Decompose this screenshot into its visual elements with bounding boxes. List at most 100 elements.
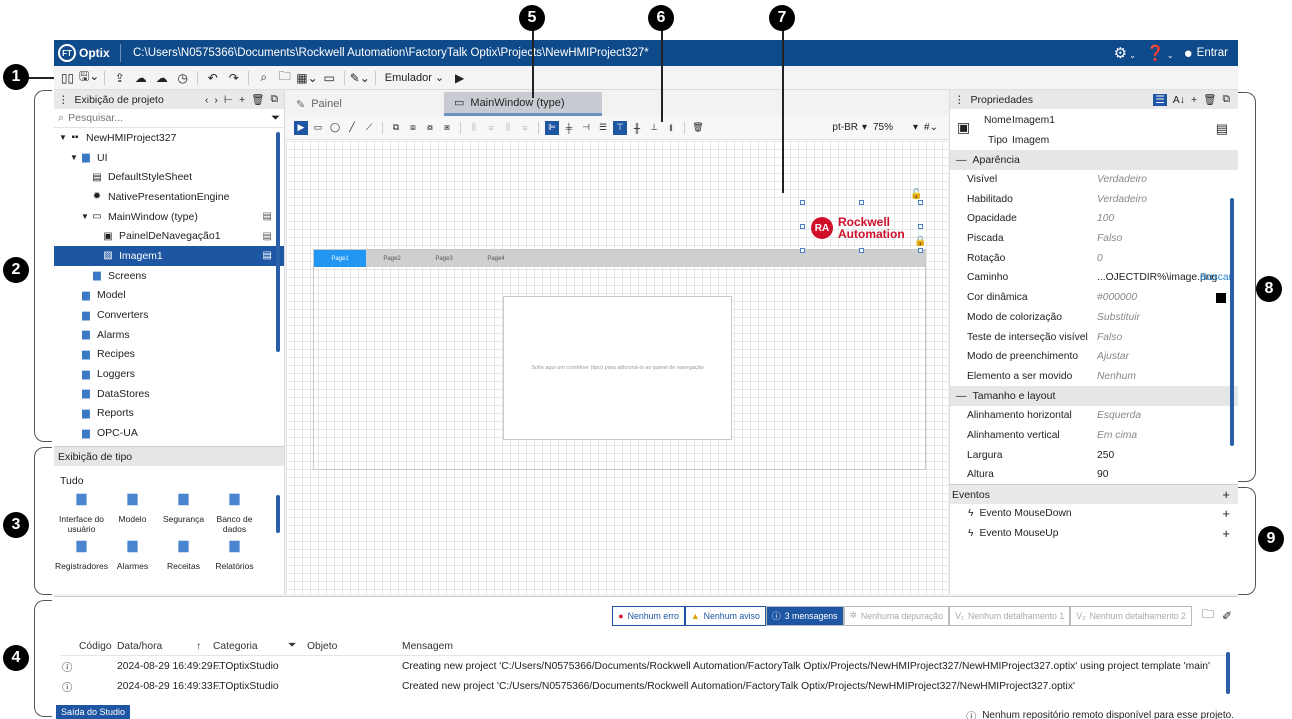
export-icon[interactable]: ⇪ [110, 68, 129, 88]
property-value[interactable]: Nenhum [1097, 371, 1136, 382]
property-row[interactable]: Piscada Falso [950, 229, 1238, 249]
delete-icon[interactable]: 🗑 [251, 93, 264, 106]
tree-item[interactable]: ▆ Reports [54, 404, 284, 424]
help-icon[interactable]: ❓ ⌄ [1146, 44, 1174, 62]
trash-icon[interactable]: 🗑 [691, 121, 705, 135]
property-value[interactable]: 0 [1097, 253, 1103, 264]
align-left-icon[interactable]: ⊫ [545, 120, 559, 135]
property-row[interactable]: Alinhamento horizontal Esquerda [950, 406, 1238, 426]
nav-tab-page3[interactable]: Page3 [418, 250, 470, 267]
type-item-ui-type[interactable]: ▆ Interface do usuário [56, 491, 107, 534]
col-datetime[interactable]: Data/hora [117, 641, 162, 652]
send-back-icon[interactable]: ⧆ [440, 121, 454, 135]
copy-icon[interactable]: ⧉ [1223, 93, 1231, 106]
edit-item-icon[interactable]: ▤ [263, 250, 272, 261]
type-item-model-type[interactable]: ▆ Modelo [107, 491, 158, 534]
property-value[interactable]: Esquerda [1097, 410, 1141, 421]
run-play-icon[interactable]: ▶ [450, 68, 469, 88]
edit-item-icon[interactable]: ▤ [263, 211, 272, 222]
type-scrollbar[interactable] [276, 495, 280, 533]
spacing-h-icon[interactable]: ⫼ [501, 121, 515, 135]
spacing-v-icon[interactable]: ≡ [518, 121, 532, 135]
col-object[interactable]: Objeto [307, 641, 337, 652]
add-icon[interactable]: + [1222, 526, 1230, 541]
stretch-icon[interactable]: ‖ [664, 121, 678, 135]
property-row[interactable]: Elemento a ser movido Nenhum [950, 367, 1238, 387]
nav-drop-zone[interactable]: Solte aqui um contêiner (tipo) para adic… [503, 296, 732, 440]
align-center-v-icon[interactable]: ╫ [630, 121, 644, 135]
property-row[interactable]: Altura 90 [950, 465, 1238, 485]
property-row[interactable]: Caminho ...OJECTDIR%\image.png Buscar [950, 268, 1238, 288]
event-item[interactable]: ϟ Evento MouseUp + [950, 524, 1238, 544]
property-row[interactable]: Largura 250 [950, 445, 1238, 465]
collapse-icon[interactable]: ⊢ [224, 94, 233, 106]
nav-tab-page4[interactable]: Page4 [470, 250, 522, 267]
bring-front-icon[interactable]: ⧇ [423, 121, 437, 135]
build-icon[interactable]: ▦⌄ [296, 68, 317, 88]
property-row[interactable]: Habilitado Verdadeiro [950, 189, 1238, 209]
property-section[interactable]: — Aparência [950, 150, 1238, 170]
tree-item[interactable]: ▆ Converters [54, 305, 284, 325]
event-item[interactable]: ϟ Evento MouseDown + [950, 504, 1238, 524]
search-icon[interactable]: ⌕ [254, 68, 273, 88]
property-row[interactable]: Teste de interseção visível Falso [950, 327, 1238, 347]
type-filter-all[interactable]: Tudo [54, 466, 284, 493]
filter-icon[interactable]: ⏷ [271, 112, 280, 125]
cloud-download-icon[interactable]: ☁ [152, 68, 171, 88]
tree-item[interactable]: ▆ OPC-UA [54, 423, 284, 443]
distribute-v-icon[interactable]: ≡ [484, 121, 498, 135]
type-item-security-type[interactable]: ▆ Segurança [158, 491, 209, 534]
layout-icon[interactable]: ▯▯ [58, 68, 77, 88]
filter-verbose2[interactable]: V₂ Nenhum detalhamento 2 [1070, 605, 1192, 626]
type-item-reports-type[interactable]: ▆ Relatórios [209, 538, 260, 571]
settings-gear-icon[interactable]: ⚙ ⌄ [1114, 44, 1136, 62]
property-value[interactable]: Falso [1097, 233, 1122, 244]
type-item-database-type[interactable]: ▆ Banco de dados [209, 491, 260, 534]
login-button[interactable]: ● Entrar [1184, 45, 1228, 62]
save-icon[interactable]: 🖫⌄ [79, 68, 99, 88]
sort-up-icon[interactable]: ↑ [196, 641, 201, 652]
tree-item[interactable]: ▆ Model [54, 286, 284, 306]
tree-item[interactable]: ▤ DefaultStyleSheet [54, 167, 284, 187]
ungroup-icon[interactable]: ⧈ [406, 121, 420, 135]
tree-item[interactable]: ▆ Alarms [54, 325, 284, 345]
property-row[interactable]: Modo de colorização Substituir [950, 308, 1238, 328]
col-code[interactable]: Código [79, 641, 112, 652]
distribute-h-icon[interactable]: ⫼ [467, 121, 481, 135]
property-row[interactable]: Alinhamento vertical Em cima [950, 426, 1238, 446]
property-row[interactable]: Modo de preenchimento Ajustar [950, 347, 1238, 367]
filter-messages[interactable]: ⓘ 3 mensagens [765, 605, 844, 626]
next-icon[interactable]: › [214, 94, 218, 106]
add-event-icon[interactable]: + [1222, 487, 1230, 502]
design-canvas[interactable]: Page1 Page2 Page3 Page4 Solte aqui um co… [286, 141, 948, 594]
tree-item[interactable]: ▼ ▭ MainWindow (type) ▤ [54, 207, 284, 227]
redo-icon[interactable]: ↷ [224, 68, 243, 88]
color-swatch[interactable] [1216, 292, 1226, 303]
tree-item[interactable]: ▆ Screens [54, 266, 284, 286]
property-row[interactable]: Cor dinâmica #000000 [950, 288, 1238, 308]
type-item-recipes-type[interactable]: ▆ Receitas [158, 538, 209, 571]
drag-handle-icon[interactable]: ⋮ [954, 94, 965, 106]
search-input[interactable] [68, 112, 268, 124]
expand-caret-icon[interactable]: ▼ [80, 212, 90, 221]
unlock-icon[interactable]: 🔓 [910, 189, 922, 200]
filter-warnings[interactable]: ▲ Nenhum aviso [684, 605, 766, 626]
align-bottom-icon[interactable]: ⊥ [647, 121, 661, 135]
add-icon[interactable]: + [239, 94, 245, 106]
property-value[interactable]: #000000 [1097, 292, 1137, 303]
table-row[interactable]: ⓘ 2024-08-29 16:49:29... FTOptixStudio C… [60, 656, 1220, 676]
collapse-icon[interactable]: — [956, 390, 967, 402]
tree-item[interactable]: ✹ NativePresentationEngine [54, 187, 284, 207]
property-section[interactable]: — Tamanho e layout [950, 386, 1238, 406]
property-value[interactable]: 250 [1097, 450, 1114, 461]
table-row[interactable]: ⓘ 2024-08-29 16:49:33... FTOptixStudio C… [60, 676, 1220, 696]
group-icon[interactable]: ⧉ [389, 121, 403, 135]
locale-dropdown[interactable]: pt-BR ▾ [832, 122, 867, 133]
sort-az-icon[interactable]: A↓ [1173, 94, 1185, 106]
nav-tab-page2[interactable]: Page2 [366, 250, 418, 267]
rectangle-icon[interactable]: ▭ [311, 121, 325, 135]
drag-handle-icon[interactable]: ⋮ [58, 94, 69, 106]
navigation-panel[interactable]: Page1 Page2 Page3 Page4 Solte aqui um co… [313, 249, 926, 470]
tree-item[interactable]: ▆ Recipes [54, 345, 284, 365]
filter-verbose1[interactable]: V₁ Nenhum detalhamento 1 [949, 605, 1071, 626]
